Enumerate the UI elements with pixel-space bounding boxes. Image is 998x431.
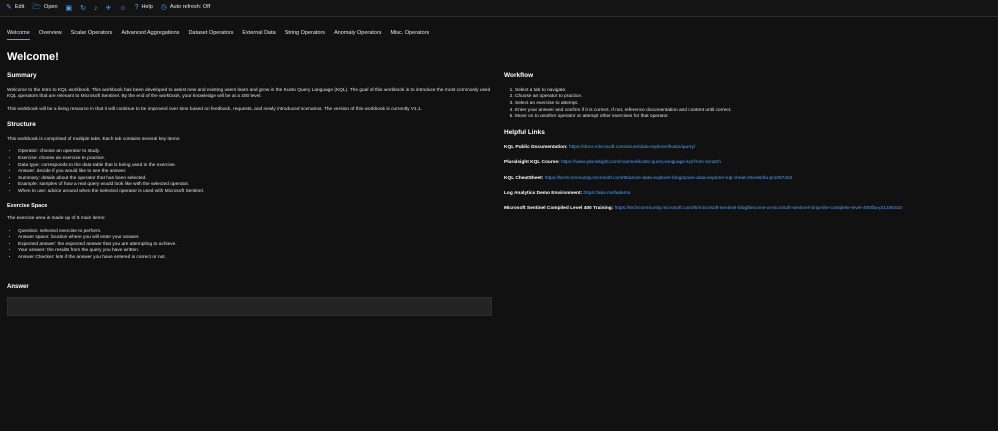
toolbar-label: Help bbox=[141, 4, 153, 11]
workflow-step: Select an exercise to attempt. bbox=[515, 101, 984, 108]
save-icon: ▣ bbox=[65, 4, 73, 12]
toolbar-label: Auto refresh: Off bbox=[169, 4, 211, 11]
help-button[interactable]: ? Help bbox=[135, 4, 153, 11]
helpful-links-list: KQL Public Documentation: https://docs.m… bbox=[504, 145, 984, 213]
page-title: Welcome! bbox=[7, 51, 59, 63]
helpful-link-row: KQL CheatSheet: https://techcommunity.mi… bbox=[504, 176, 984, 182]
link-label: Log Analytics Demo Environment: bbox=[504, 190, 583, 196]
pin-button[interactable]: ✈ bbox=[106, 5, 112, 12]
answer-label: Answer bbox=[7, 284, 29, 290]
right-column: Workflow Select a tab to navigate.Choose… bbox=[504, 72, 984, 222]
tab-welcome[interactable]: Welcome bbox=[7, 30, 30, 41]
list-item: Answer space: location where you will en… bbox=[18, 235, 492, 242]
tab-overview[interactable]: Overview bbox=[39, 30, 62, 40]
auto-refresh-off-button[interactable]: ◷ Auto refresh: Off bbox=[161, 4, 210, 11]
workflow-step: Select a tab to navigate. bbox=[515, 88, 984, 95]
summary-heading: Summary bbox=[7, 72, 37, 79]
tab-external-data[interactable]: External Data bbox=[242, 30, 275, 40]
tab-scalar-operators[interactable]: Scalar Operators bbox=[71, 30, 113, 40]
link-url[interactable]: https://techcommunity.microsoft.com/t5/a… bbox=[545, 176, 793, 181]
edit-icon: ✎ bbox=[6, 4, 12, 12]
helpful-link-row: KQL Public Documentation: https://docs.m… bbox=[504, 145, 984, 151]
exercise-space-heading: Exercise Space bbox=[7, 202, 48, 209]
link-label: KQL CheatSheet: bbox=[504, 175, 544, 181]
tab-advanced-aggregations[interactable]: Advanced Aggregations bbox=[121, 30, 179, 40]
answer-input[interactable] bbox=[7, 297, 492, 316]
summary-paragraph-1: Welcome to the Intro to KQL workbook. Th… bbox=[7, 87, 491, 100]
toolbar-label: Edit bbox=[14, 4, 25, 11]
structure-list: Operator: choose an operator to study.Ex… bbox=[7, 149, 492, 195]
open-button[interactable]: 🗁 Open bbox=[32, 4, 57, 11]
summary-paragraph-2: This workbook will be a living resource … bbox=[7, 106, 423, 112]
list-item: When to use: advice around when the sele… bbox=[18, 189, 492, 196]
link-url[interactable]: https://aka.ms/lademo bbox=[584, 191, 631, 196]
workflow-step: Move on to another operator or attempt o… bbox=[515, 114, 984, 121]
exercise-space-intro: The exercise area is made up of 6 main i… bbox=[7, 216, 106, 222]
link-url[interactable]: https://www.pluralsight.com/courses/kust… bbox=[561, 160, 721, 165]
save-button[interactable]: ▣ bbox=[66, 5, 73, 12]
workflow-heading: Workflow bbox=[504, 72, 534, 79]
list-item: Answer: decide if you would like to see … bbox=[18, 169, 492, 176]
bell-button[interactable]: ♪ bbox=[94, 5, 98, 12]
list-item: Exercise: choose an exercise to practice… bbox=[18, 156, 492, 163]
tab-misc-operators[interactable]: Misc. Operators bbox=[390, 30, 429, 40]
bell-icon: ♪ bbox=[94, 4, 98, 12]
pin-icon: ✈ bbox=[105, 4, 112, 12]
link-url[interactable]: https://techcommunity.microsoft.com/t5/m… bbox=[615, 206, 902, 211]
structure-intro: This workbook is comprised of multiple t… bbox=[7, 136, 181, 142]
list-item: Answer Checker: lets if the answer you h… bbox=[18, 255, 492, 262]
workflow-list: Select a tab to navigate.Choose an opera… bbox=[504, 88, 984, 121]
help-icon: ? bbox=[134, 4, 139, 12]
tab-anomaly-operators[interactable]: Anomaly Operators bbox=[334, 30, 381, 40]
exercise-space-list: Question: selected exercise to perform.A… bbox=[7, 229, 492, 262]
toolbar: ✎ Edit 🗁 Open ▣ ↻ ♪ ✈ ☺? Help ◷ Auto refresh: Off bbox=[0, 0, 998, 17]
clock-icon: ◷ bbox=[160, 4, 167, 12]
helpful-links-heading: Helpful Links bbox=[504, 128, 545, 136]
tab-string-operators[interactable]: String Operators bbox=[285, 30, 325, 40]
link-label: KQL Public Documentation: bbox=[504, 144, 568, 150]
structure-heading: Structure bbox=[7, 121, 36, 129]
link-label: Microsoft Sentinel Compiled Level 400 Tr… bbox=[504, 206, 614, 212]
toolbar-label: Open bbox=[44, 4, 58, 11]
helpful-link-row: Log Analytics Demo Environment: https://… bbox=[504, 191, 984, 197]
link-label: Pluralsight KQL Course: bbox=[504, 160, 560, 166]
refresh-button[interactable]: ↻ bbox=[80, 5, 86, 12]
tab-bar: Welcome Overview Scalar Operators Advanced … bbox=[7, 30, 429, 41]
workflow-step: Choose an operator to practice. bbox=[515, 94, 984, 101]
list-item: Your answer: the results from the query … bbox=[18, 248, 492, 255]
smiley-button[interactable]: ☺ bbox=[119, 5, 126, 12]
link-url[interactable]: https://docs.microsoft.com/azure/data-ex… bbox=[569, 145, 695, 150]
helpful-link-row: Pluralsight KQL Course: https://www.plur… bbox=[504, 160, 984, 166]
refresh-icon: ↻ bbox=[80, 4, 87, 12]
left-column: Summary Welcome to the Intro to KQL work… bbox=[7, 72, 492, 268]
tab-dataset-operators[interactable]: Dataset Operators bbox=[188, 30, 233, 40]
folder-icon: 🗁 bbox=[32, 4, 42, 12]
smiley-icon: ☺ bbox=[119, 4, 127, 12]
helpful-link-row: Microsoft Sentinel Compiled Level 400 Tr… bbox=[504, 206, 984, 212]
edit-button[interactable]: ✎ Edit bbox=[6, 4, 24, 11]
